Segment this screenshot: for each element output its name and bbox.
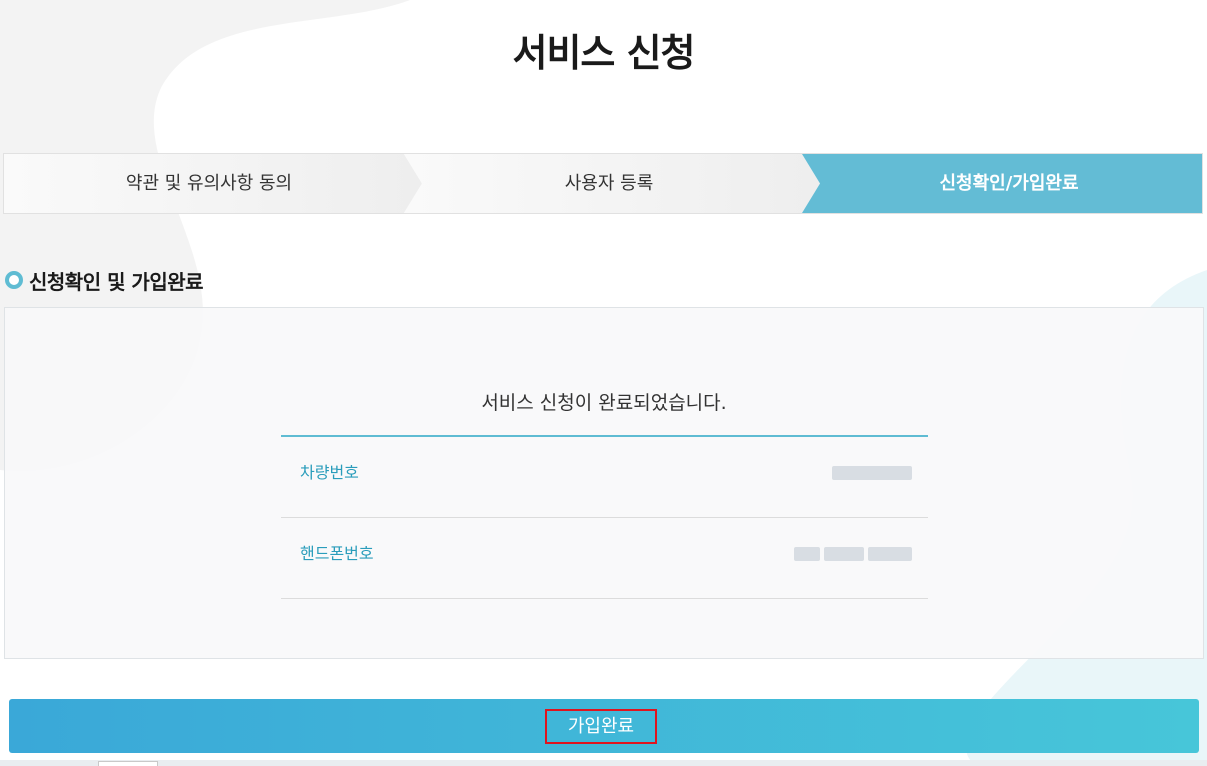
- completion-message: 서비스 신청이 완료되었습니다.: [481, 392, 727, 414]
- phone-number-value-redacted: [794, 518, 912, 590]
- step-1-label: 약관 및 유의사항 동의: [125, 173, 293, 194]
- complete-signup-button[interactable]: 가입완료: [9, 699, 1199, 753]
- vehicle-number-value-redacted: [832, 437, 912, 509]
- info-row-vehicle: 차량번호: [281, 437, 928, 518]
- section-heading: 신청확인 및 가입완료: [5, 266, 204, 294]
- step-2-label: 사용자 등록: [564, 173, 654, 194]
- circle-bullet-icon: [5, 271, 23, 289]
- info-table: 차량번호 핸드폰번호: [281, 435, 928, 599]
- bottom-scroll-strip: [0, 760, 1207, 766]
- result-panel: 서비스 신청이 완료되었습니다. 차량번호 핸드폰번호: [4, 307, 1204, 659]
- info-row-phone: 핸드폰번호: [281, 518, 928, 599]
- bottom-tab-handle[interactable]: [98, 761, 158, 766]
- page-title: 서비스 신청: [512, 31, 695, 75]
- step-3-label-active: 신청확인/가입완료: [939, 173, 1079, 194]
- phone-number-label: 핸드폰번호: [300, 544, 374, 563]
- complete-signup-label: 가입완료: [545, 709, 657, 744]
- step-progress: 약관 및 유의사항 동의 사용자 등록 신청확인/가입완료: [3, 153, 1203, 214]
- vehicle-number-label: 차량번호: [300, 463, 359, 482]
- section-title: 신청확인 및 가입완료: [29, 269, 204, 294]
